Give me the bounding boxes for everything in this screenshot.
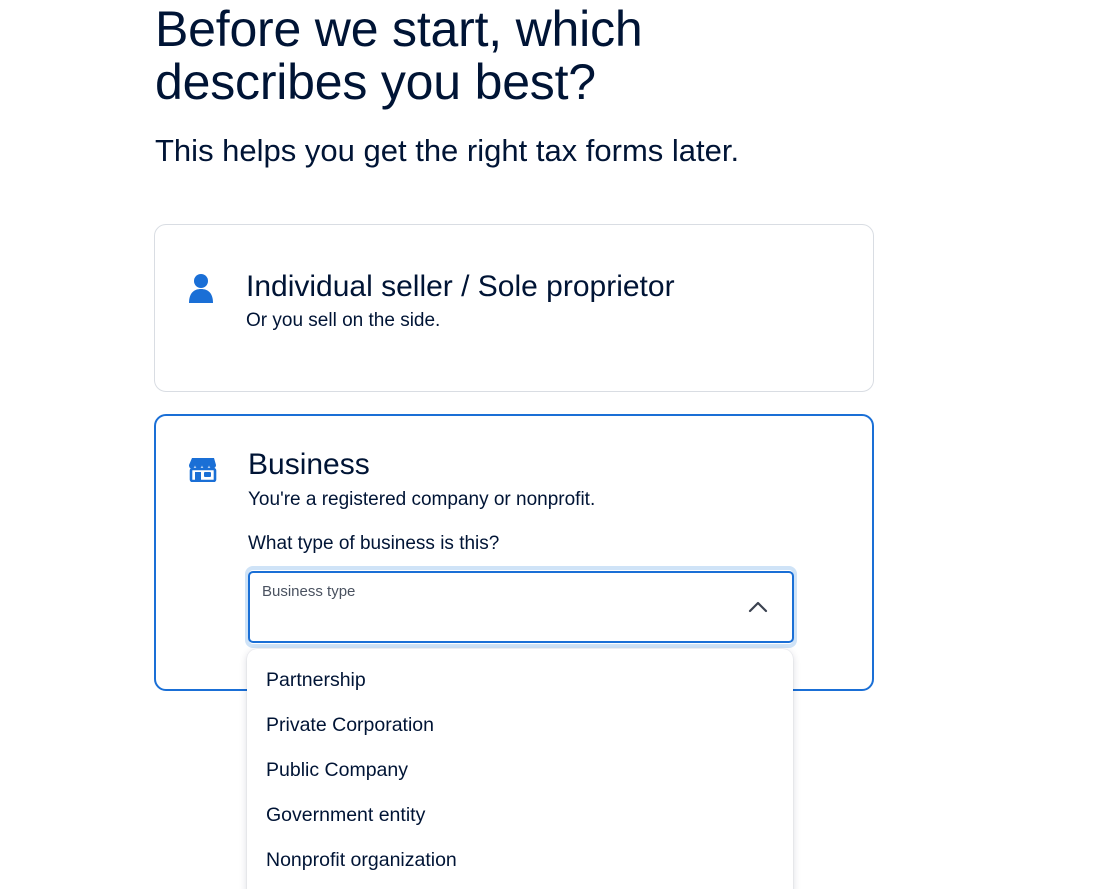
business-option-title: Business: [248, 448, 370, 481]
individual-option-description: Or you sell on the side.: [246, 310, 441, 331]
page-subtitle: This helps you get the right tax forms l…: [155, 133, 740, 168]
page: Before we start, which describes you bes…: [0, 0, 1099, 889]
business-type-label: Business type: [262, 583, 356, 600]
option-partnership[interactable]: Partnership: [247, 658, 793, 703]
option-private-corporation[interactable]: Private Corporation: [247, 703, 793, 748]
chevron-up-icon[interactable]: [748, 599, 768, 613]
option-nonprofit-organization[interactable]: Nonprofit organization: [247, 838, 793, 883]
business-option-description: You're a registered company or nonprofit…: [248, 489, 596, 510]
business-type-question: What type of business is this?: [248, 533, 500, 554]
option-government-entity[interactable]: Government entity: [247, 793, 793, 838]
individual-option-title: Individual seller / Sole proprietor: [246, 270, 675, 303]
page-title: Before we start, which describes you bes…: [155, 1, 643, 110]
business-type-dropdown-menu: Partnership Private Corporation Public C…: [247, 649, 793, 889]
storefront-icon: [189, 456, 217, 483]
option-public-company[interactable]: Public Company: [247, 748, 793, 793]
business-type-select[interactable]: Business type: [248, 571, 794, 643]
individual-seller-option-card[interactable]: Individual seller / Sole proprietor Or y…: [154, 224, 874, 392]
person-icon: [188, 273, 214, 303]
